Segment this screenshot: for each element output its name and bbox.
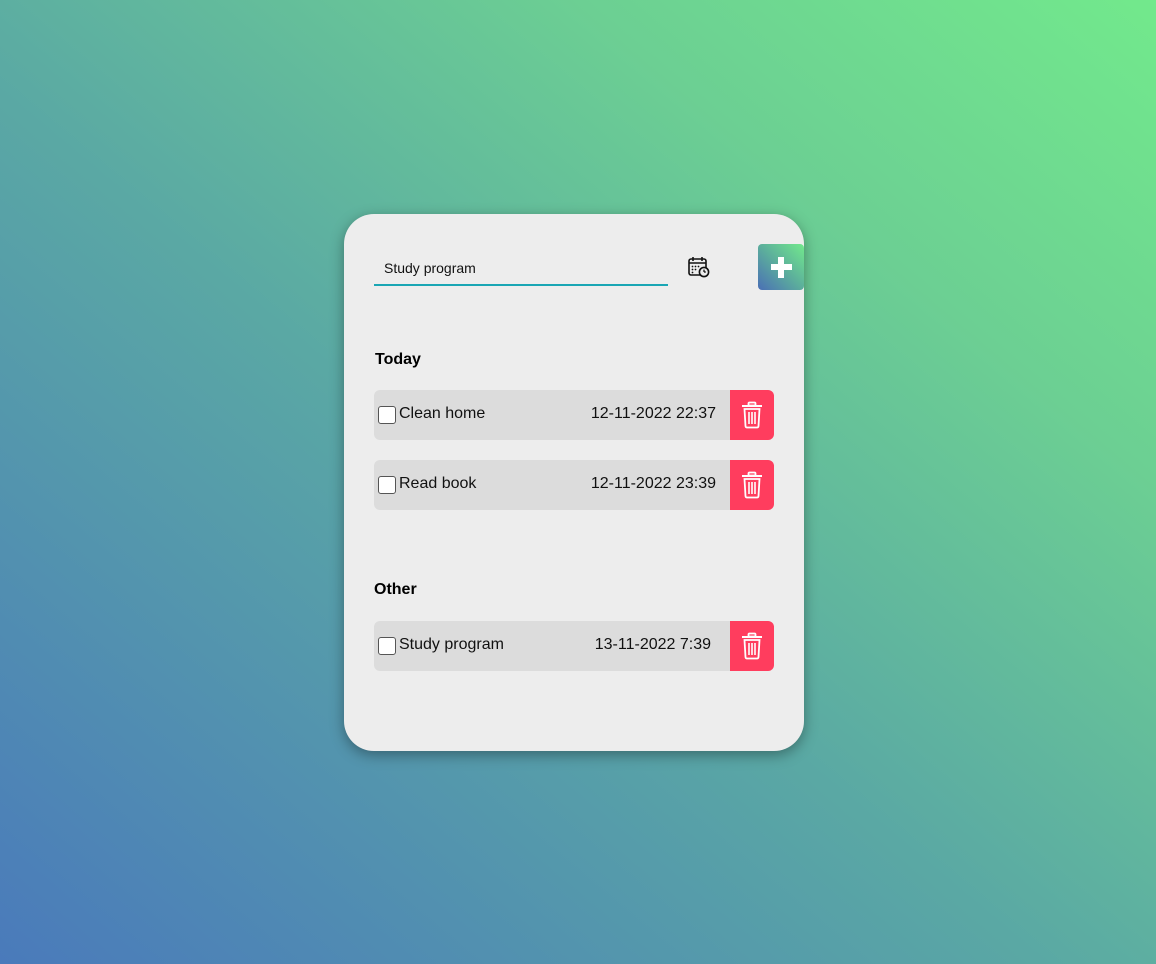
task-input[interactable] [374,252,668,286]
task-item: Clean home 12-11-2022 22:37 [374,390,774,440]
task-name: Read book [399,475,477,492]
delete-task-button[interactable] [730,621,774,671]
task-item: Read book 12-11-2022 23:39 [374,460,774,510]
section-title-today: Today [375,351,421,368]
new-task-row [374,244,804,290]
task-name: Study program [399,636,504,653]
add-task-button[interactable] [758,244,804,290]
task-time: 13-11-2022 7:39 [594,636,711,653]
task-checkbox[interactable] [378,476,396,494]
trash-icon [742,401,762,429]
todo-card: Today Clean home 12-11-2022 22:37 Read b… [344,214,804,751]
task-checkbox[interactable] [378,406,396,424]
task-time: 12-11-2022 22:37 [590,405,716,422]
section-title-other: Other [374,581,417,598]
trash-icon [742,632,762,660]
task-time: 12-11-2022 23:39 [590,475,716,492]
task-checkbox[interactable] [378,637,396,655]
calendar-clock-icon[interactable] [686,254,712,280]
delete-task-button[interactable] [730,390,774,440]
delete-task-button[interactable] [730,460,774,510]
trash-icon [742,471,762,499]
task-item: Study program 13-11-2022 7:39 [374,621,774,671]
task-name: Clean home [399,405,486,422]
